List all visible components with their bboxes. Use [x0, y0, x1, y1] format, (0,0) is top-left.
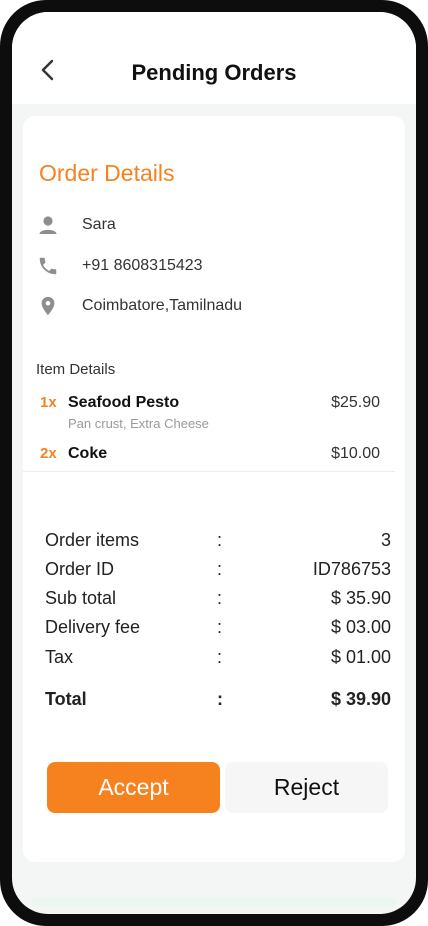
phone-row: +91 8608315423 [37, 254, 203, 278]
customer-row: Sara [37, 213, 116, 237]
total-label: Total [45, 689, 87, 709]
summary-row-delivery-fee: Delivery fee : $ 03.00 [45, 617, 391, 641]
summary-value: $ 35.90 [330, 588, 391, 608]
summary-label: Tax [45, 647, 74, 667]
phone-icon [37, 255, 59, 277]
summary-value: 3 [380, 530, 391, 550]
summary-value: ID786753 [312, 559, 391, 579]
order-details-title: Order Details [39, 160, 175, 186]
item-quantity: 1x [40, 394, 57, 411]
summary-separator: : [217, 689, 223, 709]
item-row: 2x Coke $10.00 [40, 445, 380, 467]
person-icon [37, 214, 59, 236]
summary-value: $ 03.00 [330, 617, 391, 637]
item-name: Seafood Pesto [68, 394, 180, 411]
item-name: Coke [68, 445, 108, 462]
section-divider [23, 471, 395, 472]
home-indicator [32, 898, 396, 906]
item-price: $10.00 [331, 445, 380, 462]
summary-label: Delivery fee [45, 617, 141, 637]
summary-row-order-items: Order items : 3 [45, 530, 391, 554]
item-row: 1x Seafood Pesto $25.90 [40, 394, 380, 416]
location-row: Coimbatore,Tamilnadu [37, 294, 242, 318]
summary-label: Order ID [45, 559, 115, 579]
summary-separator: : [217, 647, 223, 667]
phone-frame: Pending Orders Order Details Sara +91 86… [0, 0, 428, 926]
summary-separator: : [217, 588, 223, 608]
order-card: Order Details Sara +91 8608315423 Coimba… [23, 116, 405, 862]
item-extras: Pan crust, Extra Cheese [68, 416, 209, 431]
accept-button[interactable]: Accept [47, 762, 220, 813]
summary-label: Order items [45, 530, 140, 550]
summary-value: $ 01.00 [330, 647, 391, 667]
summary-label: Sub total [45, 588, 117, 608]
summary-row-order-id: Order ID : ID786753 [45, 559, 391, 583]
customer-location: Coimbatore,Tamilnadu [82, 297, 243, 314]
location-pin-icon [37, 295, 59, 317]
summary-separator: : [217, 559, 223, 579]
summary-separator: : [217, 530, 223, 550]
summary-row-total: Total : $ 39.90 [45, 689, 391, 713]
app-screen: Pending Orders Order Details Sara +91 86… [12, 12, 416, 914]
total-value: $ 39.90 [330, 689, 391, 709]
customer-name: Sara [82, 216, 116, 233]
page-title: Pending Orders [131, 60, 297, 85]
item-price: $25.90 [331, 394, 380, 411]
summary-row-sub-total: Sub total : $ 35.90 [45, 588, 391, 612]
summary-row-tax: Tax : $ 01.00 [45, 647, 391, 671]
summary-separator: : [217, 617, 223, 637]
customer-phone[interactable]: +91 8608315423 [82, 257, 203, 275]
item-quantity: 2x [40, 445, 57, 462]
item-details-heading: Item Details [36, 361, 116, 378]
reject-button[interactable]: Reject [225, 762, 388, 813]
top-bar: Pending Orders [12, 12, 416, 104]
